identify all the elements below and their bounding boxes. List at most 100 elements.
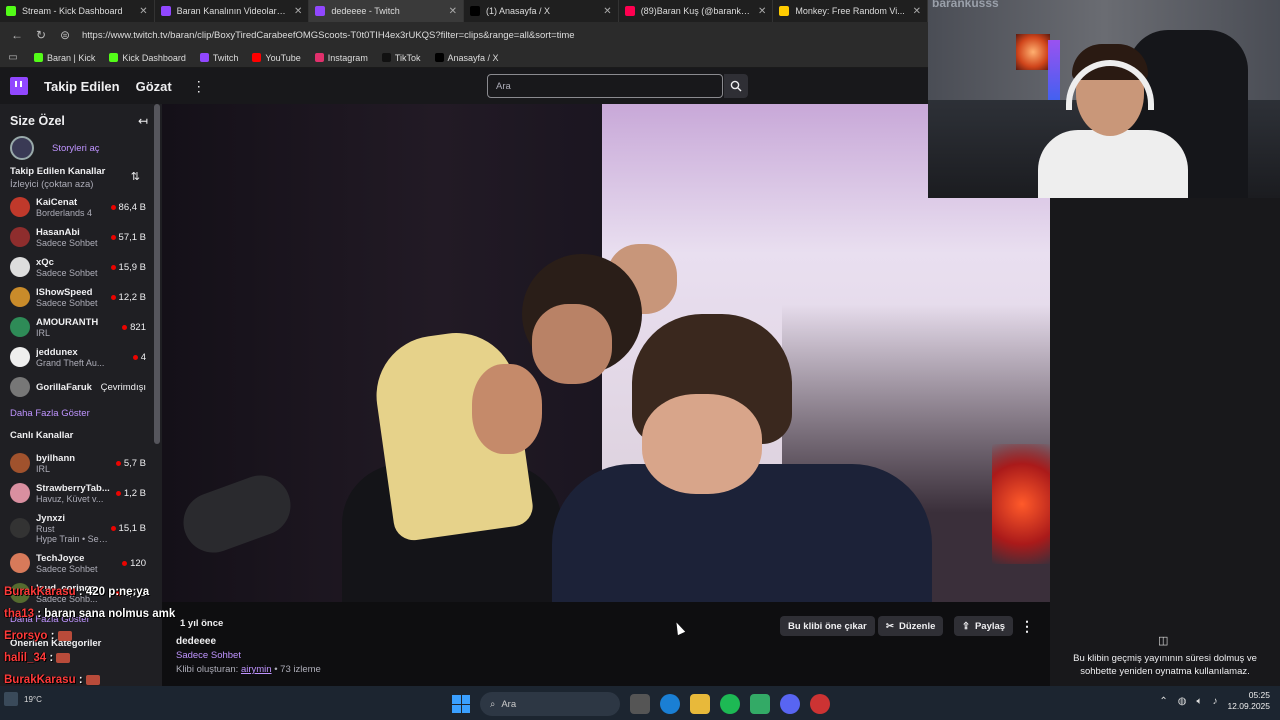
- clip-creator-link[interactable]: airymin: [241, 664, 272, 675]
- tray-expand-icon[interactable]: ⌃: [1159, 696, 1167, 707]
- close-icon[interactable]: ✕: [449, 6, 457, 17]
- tab-label: Stream - Kick Dashboard: [22, 6, 123, 16]
- sidebar-title: Size Özel: [10, 114, 65, 128]
- start-menu-icon[interactable]: [452, 695, 470, 713]
- sort-icon[interactable]: ⇅: [131, 170, 140, 183]
- chrome-icon[interactable]: [810, 694, 830, 714]
- twitch-logo-icon[interactable]: [10, 77, 28, 95]
- bookmark-item[interactable]: YouTube: [252, 53, 301, 63]
- close-icon[interactable]: ✕: [294, 6, 302, 17]
- browser-tab[interactable]: Stream - Kick Dashboard ✕: [0, 0, 155, 22]
- nav-following[interactable]: Takip Edilen: [44, 79, 120, 94]
- site-info-icon[interactable]: ⊜: [58, 28, 72, 42]
- tab-favicon-icon: [624, 6, 635, 16]
- bookmark-item[interactable]: Baran | Kick: [34, 53, 95, 63]
- wifi-icon[interactable]: ◍: [1178, 696, 1187, 707]
- close-icon[interactable]: ✕: [139, 6, 147, 17]
- bookmark-item[interactable]: Kick Dashboard: [109, 53, 186, 63]
- chat-overlay-line: BurakKarasu :: [4, 674, 100, 686]
- sidebar-channel[interactable]: byilhann IRL 5,7 B: [0, 448, 162, 478]
- bookmark-label: Anasayfa / X: [447, 52, 499, 63]
- viewer-count: 1,2 B: [115, 487, 154, 499]
- channel-name: KaiCenat: [36, 196, 78, 208]
- hype-train-label: Hype Train • Seviye 1: [36, 533, 111, 544]
- avatar: [10, 483, 30, 503]
- share-clip-button[interactable]: ⇪ Paylaş: [954, 616, 1014, 636]
- sidebar-channel[interactable]: TechJoyce Sadece Sohbet 120: [0, 548, 162, 578]
- volume-icon[interactable]: 🔈︎: [1196, 696, 1202, 707]
- emote-icon: [56, 652, 71, 663]
- live-section-header: Canlı Kanallar: [0, 426, 162, 448]
- feature-clip-label: Bu klibi öne çıkar: [788, 620, 867, 632]
- search-button[interactable]: [724, 74, 748, 98]
- chat-username: BurakKarasu: [4, 586, 76, 598]
- browser-tab[interactable]: Baran Kanalının Videoları - Twitch ✕: [155, 0, 310, 22]
- bookmark-item[interactable]: Twitch: [199, 53, 238, 63]
- emote-icon: [57, 630, 72, 641]
- close-icon[interactable]: ✕: [758, 6, 766, 17]
- search-icon: ⌕: [490, 698, 496, 710]
- clip-more-icon[interactable]: ⋮: [1020, 618, 1034, 635]
- feature-clip-button[interactable]: Bu klibi öne çıkar: [780, 616, 875, 636]
- bookmark-favicon-icon: [34, 53, 43, 62]
- tab-label: dedeeee - Twitch: [331, 6, 400, 16]
- bookmark-item[interactable]: Instagram: [314, 53, 368, 63]
- webcam-fireplace: [1016, 34, 1050, 70]
- live-dot-icon: [132, 354, 138, 360]
- search-input[interactable]: Ara: [487, 74, 723, 98]
- bookmark-item[interactable]: Anasayfa / X: [434, 52, 499, 63]
- clip-video-player[interactable]: [162, 104, 1050, 602]
- browser-tab[interactable]: dedeeee - Twitch ✕: [309, 0, 465, 22]
- mic-icon[interactable]: ♪: [1212, 696, 1217, 707]
- sidebar-channel[interactable]: KaiCenat Borderlands 4 86,4 B: [0, 192, 162, 222]
- sidebar-channel[interactable]: HasanAbi Sadece Sohbet 57,1 B: [0, 222, 162, 252]
- stories-avatar: [10, 136, 34, 160]
- reload-icon[interactable]: ↻: [34, 28, 48, 42]
- show-more-link[interactable]: Daha Fazla Göster: [0, 402, 162, 426]
- bookmark-item[interactable]: TikTok: [381, 53, 421, 63]
- channel-category: Grand Theft Au...: [36, 357, 105, 368]
- widgets-icon[interactable]: [4, 692, 18, 706]
- app-icon[interactable]: [750, 694, 770, 714]
- url-field[interactable]: https://www.twitch.tv/baran/clip/BoxyTir…: [82, 30, 575, 41]
- sidebar-channel[interactable]: IShowSpeed Sadece Sohbet 12,2 B: [0, 282, 162, 312]
- spotify-icon[interactable]: [720, 694, 740, 714]
- bookmark-label: Baran | Kick: [47, 52, 96, 63]
- edge-icon[interactable]: [660, 694, 680, 714]
- channel-name: AMOURANTH: [36, 316, 99, 328]
- nav-browse[interactable]: Gözat: [136, 79, 172, 94]
- chat-message: :: [50, 630, 55, 642]
- more-options-icon[interactable]: ⋮: [192, 78, 206, 95]
- back-icon[interactable]: ←: [10, 28, 24, 42]
- browser-tab[interactable]: Monkey: Free Random Vi... ✕: [773, 0, 929, 22]
- viewer-count-value: 1,2 B: [123, 487, 146, 499]
- browser-tab[interactable]: (89)Baran Kuş (@barankusss) | Ti... ✕: [619, 0, 774, 22]
- avatar: [10, 518, 30, 538]
- sidebar-channel[interactable]: jeddunex Grand Theft Au... 4: [0, 342, 162, 372]
- task-view-icon[interactable]: [630, 694, 650, 714]
- sidebar-channel-offline[interactable]: GorillaFaruk Çevrimdışı: [0, 372, 162, 402]
- stories-row[interactable]: Storyleri aç: [0, 134, 162, 162]
- close-icon[interactable]: ✕: [603, 6, 611, 17]
- browser-tab[interactable]: (1) Anasayfa / X ✕: [464, 0, 619, 22]
- sidebar-channel[interactable]: JynxziRustHype Train • Seviye 1 15,1 B: [0, 508, 162, 548]
- taskbar-search[interactable]: ⌕ Ara: [480, 692, 620, 716]
- sidebar-channel[interactable]: AMOURANTH IRL 821: [0, 312, 162, 342]
- weather-temp: 19°C: [24, 694, 42, 704]
- clock-date: 12.09.2025: [1227, 701, 1270, 711]
- chat-overlay: BurakKarasu : 420 p:ne:ya tha13 : baran s…: [0, 586, 210, 708]
- channel-name: byilhann: [36, 452, 76, 464]
- taskbar-search-label: Ara: [501, 698, 517, 710]
- close-icon[interactable]: ✕: [913, 6, 921, 17]
- collapse-sidebar-icon[interactable]: ↤: [138, 114, 148, 128]
- discord-icon[interactable]: [780, 694, 800, 714]
- file-explorer-icon[interactable]: [690, 694, 710, 714]
- clock[interactable]: 05:25 12.09.2025: [1227, 690, 1270, 712]
- chat-overlay-line: halil_34 :: [4, 652, 71, 664]
- sidebar-channel[interactable]: xQc Sadece Sohbet 15,9 B: [0, 252, 162, 282]
- channel-name: HasanAbi: [36, 226, 80, 238]
- bookmarks-icon[interactable]: ▭: [6, 52, 20, 63]
- sidebar-channel[interactable]: StrawberryTab... Havuz, Küvet v... 1,2 B: [0, 478, 162, 508]
- browser-tab-bar: Stream - Kick Dashboard ✕ Baran Kanalının …: [0, 0, 929, 22]
- edit-clip-button[interactable]: ✂ Düzenle: [878, 616, 944, 636]
